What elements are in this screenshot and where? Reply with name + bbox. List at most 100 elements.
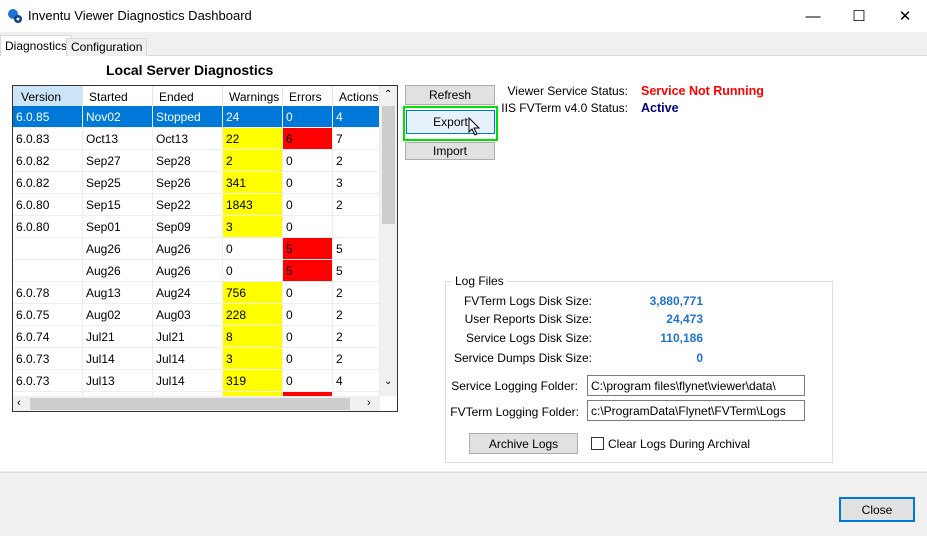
grid-cell-actions[interactable]: 2 [333,326,380,348]
clear-logs-checkbox[interactable] [591,437,604,450]
grid-cell-warnings[interactable]: 3 [223,348,283,370]
grid-cell-actions[interactable]: 5 [333,260,380,282]
clear-logs-label[interactable]: Clear Logs During Archival [608,437,750,451]
grid-cell-ended[interactable]: Jul21 [153,326,223,348]
grid-cell-actions[interactable]: 5 [333,238,380,260]
grid-cell-started[interactable]: Jul14 [83,348,153,370]
grid-cell-errors[interactable]: 0 [283,370,333,392]
grid-cell-version[interactable]: 6.0.74 [13,326,83,348]
grid-cell-warnings[interactable]: 756 [223,282,283,304]
diagnostics-grid[interactable]: Version Started Ended Warnings Errors Actions… [12,85,398,412]
column-header-ended[interactable]: Ended [153,86,223,106]
grid-cell-version[interactable]: 6.0.82 [13,150,83,172]
grid-cell-actions[interactable]: 2 [333,348,380,370]
grid-cell-started[interactable]: Oct13 [83,128,153,150]
grid-cell-errors[interactable]: 0 [283,216,333,238]
grid-cell-version[interactable]: 6.0.85 [13,106,83,128]
grid-cell-warnings[interactable]: 341 [223,172,283,194]
grid-cell-errors[interactable]: 0 [283,194,333,216]
archive-logs-button[interactable]: Archive Logs [469,433,578,454]
grid-cell-actions[interactable]: 2 [333,282,380,304]
grid-cell-started[interactable]: Aug26 [83,260,153,282]
grid-cell-warnings[interactable]: 1843 [223,194,283,216]
grid-cell-started[interactable]: Nov02 [83,106,153,128]
scroll-thumb[interactable] [30,398,350,410]
grid-cell-ended[interactable]: Aug26 [153,238,223,260]
grid-cell-version[interactable]: 6.0.73 [13,370,83,392]
grid-cell-ended[interactable]: Sep26 [153,172,223,194]
service-folder-input[interactable]: C:\program files\flynet\viewer\data\ [587,375,805,396]
scroll-right-icon[interactable]: › [367,397,371,409]
grid-cell-version[interactable]: 6.0.83 [13,128,83,150]
scroll-down-icon[interactable]: ⌄ [384,376,392,387]
grid-cell-errors[interactable]: 0 [283,172,333,194]
grid-cell-ended[interactable]: Aug24 [153,282,223,304]
grid-cell-ended[interactable]: Stopped [153,106,223,128]
scroll-left-icon[interactable]: ‹ [17,397,21,409]
close-window-button[interactable]: ✕ [882,0,927,32]
column-header-errors[interactable]: Errors [283,86,333,106]
grid-cell-errors[interactable]: 0 [283,150,333,172]
grid-cell-ended[interactable]: Sep22 [153,194,223,216]
scroll-thumb[interactable] [382,106,395,224]
grid-cell-version[interactable]: 6.0.73 [13,348,83,370]
grid-cell-errors[interactable]: 6 [283,128,333,150]
grid-cell-actions[interactable]: 3 [333,172,380,194]
grid-cell-warnings[interactable]: 228 [223,304,283,326]
import-button[interactable]: Import [405,142,495,160]
grid-cell-errors[interactable]: 5 [283,238,333,260]
grid-cell-actions[interactable] [333,216,380,238]
grid-cell-started[interactable]: Sep01 [83,216,153,238]
grid-cell-started[interactable]: Jul21 [83,326,153,348]
grid-cell-started[interactable]: Aug13 [83,282,153,304]
tab-configuration[interactable]: Configuration [66,38,148,56]
grid-cell-started[interactable]: Sep25 [83,172,153,194]
grid-cell-version[interactable]: 6.0.80 [13,216,83,238]
grid-cell-ended[interactable]: Oct13 [153,128,223,150]
grid-cell-started[interactable]: Sep15 [83,194,153,216]
grid-cell-warnings[interactable]: 22 [223,128,283,150]
tab-diagnostics[interactable]: Diagnostics [0,35,73,57]
grid-cell-version[interactable] [13,238,83,260]
vertical-scrollbar[interactable]: ⌃ ⌄ [380,86,397,396]
grid-cell-errors[interactable]: 5 [283,260,333,282]
grid-cell-errors[interactable]: 0 [283,348,333,370]
grid-cell-version[interactable]: 6.0.75 [13,304,83,326]
close-button[interactable]: Close [839,497,915,522]
grid-cell-version[interactable] [13,260,83,282]
grid-cell-errors[interactable]: 0 [283,106,333,128]
grid-cell-actions[interactable]: 2 [333,304,380,326]
column-header-actions[interactable]: Actions [333,86,380,106]
column-header-version[interactable]: Version [13,86,83,106]
grid-cell-errors[interactable]: 0 [283,326,333,348]
grid-cell-actions[interactable]: 7 [333,128,380,150]
minimize-button[interactable]: — [790,0,836,32]
grid-cell-warnings[interactable]: 319 [223,370,283,392]
grid-cell-started[interactable]: Aug02 [83,304,153,326]
grid-cell-warnings[interactable]: 8 [223,326,283,348]
grid-cell-warnings[interactable]: 24 [223,106,283,128]
grid-cell-ended[interactable]: Aug03 [153,304,223,326]
grid-cell-warnings[interactable]: 0 [223,238,283,260]
scroll-up-icon[interactable]: ⌃ [384,89,392,100]
grid-cell-started[interactable]: Jul13 [83,370,153,392]
grid-cell-version[interactable]: 6.0.82 [13,172,83,194]
grid-cell-ended[interactable]: Jul14 [153,348,223,370]
horizontal-scrollbar[interactable]: ‹ › [13,396,380,411]
grid-cell-warnings[interactable]: 3 [223,216,283,238]
grid-cell-ended[interactable]: Sep09 [153,216,223,238]
grid-cell-warnings[interactable]: 0 [223,260,283,282]
fvterm-folder-input[interactable]: c:\ProgramData\Flynet\FVTerm\Logs [587,400,805,421]
grid-cell-actions[interactable]: 2 [333,150,380,172]
maximize-button[interactable]: ☐ [836,0,882,32]
grid-cell-version[interactable]: 6.0.78 [13,282,83,304]
grid-cell-actions[interactable]: 2 [333,194,380,216]
grid-cell-ended[interactable]: Sep28 [153,150,223,172]
grid-cell-actions[interactable]: 4 [333,106,380,128]
grid-cell-actions[interactable]: 4 [333,370,380,392]
grid-cell-ended[interactable]: Jul14 [153,370,223,392]
column-header-started[interactable]: Started [83,86,153,106]
grid-cell-errors[interactable]: 0 [283,282,333,304]
grid-cell-started[interactable]: Aug26 [83,238,153,260]
grid-cell-ended[interactable]: Aug26 [153,260,223,282]
